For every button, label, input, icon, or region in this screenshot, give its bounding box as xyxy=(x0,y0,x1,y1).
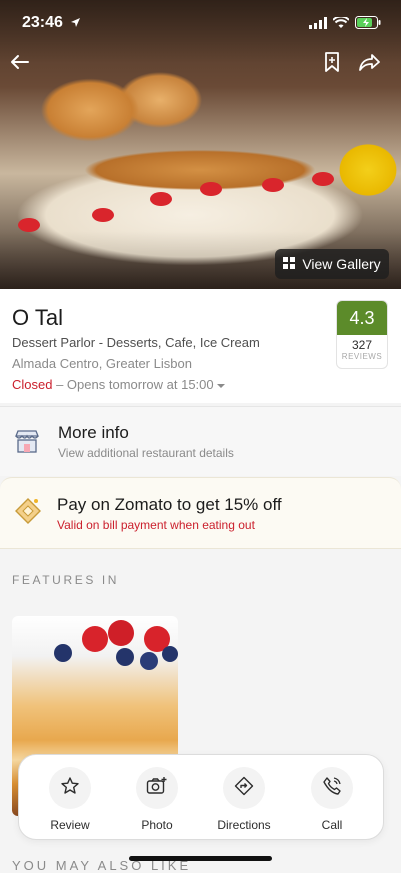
hero-toolbar xyxy=(0,48,401,78)
restaurant-name: O Tal xyxy=(12,305,63,330)
view-gallery-label: View Gallery xyxy=(302,256,381,272)
restaurant-type: Dessert Parlor - Desserts, Cafe, Ice Cre… xyxy=(12,335,260,350)
star-icon xyxy=(60,776,80,801)
more-info-subtitle: View additional restaurant details xyxy=(58,446,234,460)
battery-icon xyxy=(355,16,381,34)
camera-icon xyxy=(146,776,168,801)
rating-badge[interactable]: 4.3 327 REVIEWS xyxy=(336,300,388,369)
opens-label: – Opens tomorrow at 15:00 xyxy=(56,377,214,392)
rating-value: 4.3 xyxy=(337,301,387,335)
call-label: Call xyxy=(321,818,343,832)
status-bar: 23:46 xyxy=(0,0,401,48)
review-button[interactable]: Review xyxy=(27,767,113,832)
status-time: 23:46 xyxy=(22,14,63,31)
storefront-icon xyxy=(14,430,40,459)
photo-label: Photo xyxy=(141,818,173,832)
promo-title: Pay on Zomato to get 15% off xyxy=(57,495,282,514)
directions-button[interactable]: Directions xyxy=(201,767,287,832)
back-arrow-icon[interactable] xyxy=(5,48,33,76)
signal-icon xyxy=(309,16,327,34)
discount-tag-icon xyxy=(14,497,42,530)
location-arrow-icon xyxy=(70,15,81,33)
grid-icon xyxy=(283,256,296,272)
status-icons xyxy=(309,15,381,34)
view-gallery-button[interactable]: View Gallery xyxy=(275,249,389,279)
reviews-label: REVIEWS xyxy=(341,352,383,361)
features-section-header: FEATURES IN xyxy=(12,573,120,587)
closed-label: Closed xyxy=(12,377,53,392)
phone-icon xyxy=(322,776,342,801)
promo-subtitle: Valid on bill payment when eating out xyxy=(57,518,255,532)
directions-label: Directions xyxy=(217,818,271,832)
bottom-action-bar: Review Photo Directions Call xyxy=(18,754,384,840)
review-count: 327 xyxy=(351,338,373,352)
review-label: Review xyxy=(50,818,90,832)
caret-down-icon xyxy=(217,377,226,392)
directions-icon xyxy=(234,776,254,801)
restaurant-info: O Tal Dessert Parlor - Desserts, Cafe, I… xyxy=(0,289,401,403)
opening-status[interactable]: Closed – Opens tomorrow at 15:00 xyxy=(12,377,226,392)
call-button[interactable]: Call xyxy=(289,767,375,832)
restaurant-location: Almada Centro, Greater Lisbon xyxy=(12,356,192,371)
share-icon[interactable] xyxy=(355,48,383,76)
photo-button[interactable]: Photo xyxy=(114,767,200,832)
more-info-row[interactable]: More info View additional restaurant det… xyxy=(0,406,401,476)
home-indicator xyxy=(129,856,272,861)
wifi-icon xyxy=(332,15,350,34)
bookmark-icon[interactable] xyxy=(318,48,346,76)
payment-promo-banner[interactable]: Pay on Zomato to get 15% off Valid on bi… xyxy=(0,477,401,549)
more-info-title: More info xyxy=(58,423,129,442)
